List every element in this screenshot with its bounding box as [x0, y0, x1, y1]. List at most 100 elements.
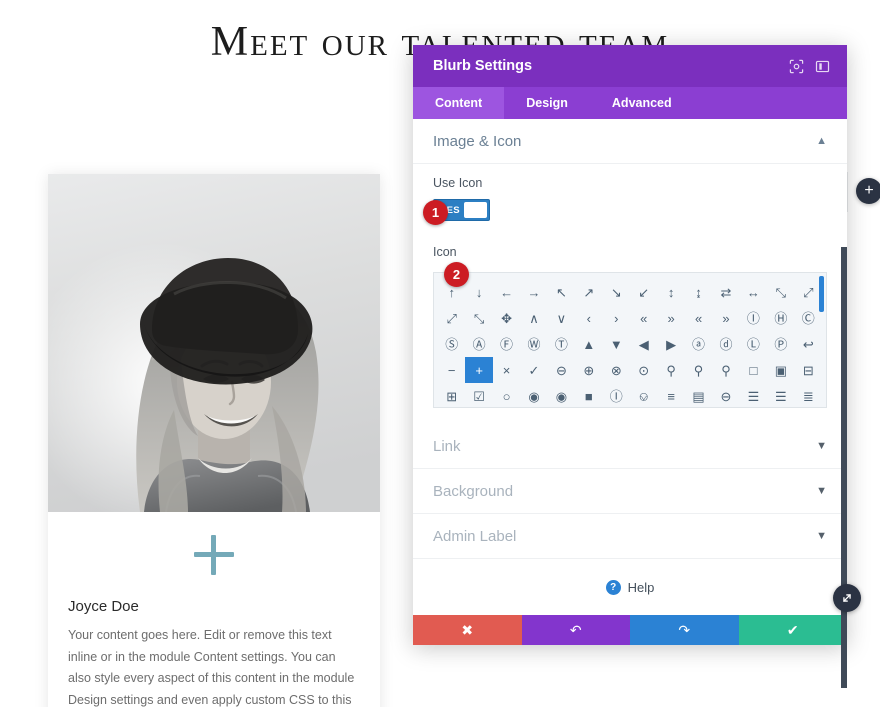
icon-cell[interactable]: →	[520, 279, 547, 305]
icon-cell[interactable]: «	[630, 305, 657, 331]
icon-cell[interactable]: ×	[493, 357, 520, 383]
section-header-background[interactable]: Background ▼	[413, 469, 847, 514]
icon-cell[interactable]: Ⓛ	[740, 331, 767, 357]
icon-cell[interactable]: ⊙	[630, 357, 657, 383]
blurb-icon-preview[interactable]	[48, 512, 380, 598]
icon-cell[interactable]: ≡	[657, 383, 684, 407]
icon-cell[interactable]: ◉	[520, 383, 547, 407]
icon-cell[interactable]: ⤢	[438, 305, 465, 331]
icon-cell[interactable]: ☰	[767, 383, 794, 407]
icon-cell[interactable]: ⊗	[603, 357, 630, 383]
icon-cell[interactable]: Ⓘ	[740, 305, 767, 331]
icon-cell[interactable]: ▤	[685, 383, 712, 407]
icon-label: Icon	[433, 245, 457, 259]
icon-picker-scrollbar[interactable]	[819, 276, 824, 312]
icon-cell[interactable]: Ⓒ	[795, 305, 822, 331]
icon-cell[interactable]: ↓	[465, 279, 492, 305]
icon-cell[interactable]: ☰	[740, 383, 767, 407]
resize-diagonal-icon[interactable]	[833, 584, 861, 612]
icon-cell[interactable]: ⤢	[795, 279, 822, 305]
icon-cell[interactable]: ⚲	[657, 357, 684, 383]
icon-cell[interactable]: ▼	[603, 331, 630, 357]
undo-button[interactable]: ↶	[521, 615, 630, 645]
help-label: Help	[627, 579, 655, 595]
icon-cell[interactable]: Ⓟ	[767, 331, 794, 357]
icon-cell[interactable]: ⊖	[712, 383, 739, 407]
icon-cell[interactable]: Ⓗ	[767, 305, 794, 331]
icon-cell[interactable]: □	[740, 357, 767, 383]
section-header-admin-label[interactable]: Admin Label ▼	[413, 514, 847, 558]
icon-picker[interactable]: ↑ ↓ ← → ↖ ↗ ↘ ↙ ↕ ↨ ⇄ ↔ ⤡ ⤢ ⤢ ⤡ ✥ ∧ ∨ ‹ › «» «» Ⓘ Ⓗ Ⓒ Ⓢ Ⓐ Ⓕ Ⓦ Ⓣ ▲ ▼ ◀ ▶ ⓐ ⓓ Ⓛ…	[433, 272, 827, 408]
save-button[interactable]: ✔	[738, 615, 847, 645]
icon-cell[interactable]: ▣	[767, 357, 794, 383]
icon-cell[interactable]: ∧	[520, 305, 547, 331]
icon-cell[interactable]: Ⓐ	[465, 331, 492, 357]
section-header-image-icon[interactable]: Image & Icon ▲	[413, 119, 847, 164]
icon-cell[interactable]: ≣	[795, 383, 822, 407]
use-icon-field: Use Icon YES 1	[413, 164, 847, 233]
selected-icon-cell[interactable]: +	[463, 354, 496, 386]
chevron-down-icon-admin: ▼	[816, 530, 827, 542]
icon-cell[interactable]: ←	[493, 279, 520, 305]
icon-cell[interactable]: ⓐ	[685, 331, 712, 357]
blurb-module-card[interactable]: Joyce Doe Your content goes here. Edit o…	[48, 174, 380, 707]
icon-cell[interactable]: ⓓ	[712, 331, 739, 357]
icon-cell[interactable]: ↖	[548, 279, 575, 305]
icon-cell[interactable]: Ⓦ	[520, 331, 547, 357]
icon-cell[interactable]: ↨	[685, 279, 712, 305]
icon-cell[interactable]: Ⓘ	[603, 383, 630, 407]
icon-cell[interactable]: Ⓢ	[438, 331, 465, 357]
chevron-down-icon-link: ▼	[816, 440, 827, 452]
section-header-link[interactable]: Link ▼	[413, 424, 847, 469]
icon-cell[interactable]: ↔	[740, 279, 767, 305]
icon-cell[interactable]: ■	[575, 383, 602, 407]
icon-cell[interactable]: ✥	[493, 305, 520, 331]
icon-cell[interactable]: ▶	[657, 331, 684, 357]
blurb-settings-modal: Blurb Settings Content Design Advanced I…	[413, 45, 847, 688]
icon-cell[interactable]: ↩	[795, 331, 822, 357]
icon-cell[interactable]: ⊞	[438, 383, 465, 407]
tab-content[interactable]: Content	[413, 87, 505, 119]
add-module-button[interactable]: +	[856, 178, 880, 204]
icon-cell[interactable]: ◀	[630, 331, 657, 357]
icon-cell[interactable]: ✓	[520, 357, 547, 383]
icon-cell[interactable]: ⤡	[465, 305, 492, 331]
panel-layout-icon[interactable]	[809, 53, 835, 79]
icon-picker-wrapper: ↑ ↓ ← → ↖ ↗ ↘ ↙ ↕ ↨ ⇄ ↔ ⤡ ⤢ ⤢ ⤡ ✥ ∧ ∨ ‹ › «» «» Ⓘ Ⓗ Ⓒ Ⓢ Ⓐ Ⓕ Ⓦ Ⓣ ▲ ▼ ◀ ▶ ⓐ ⓓ Ⓛ…	[413, 262, 847, 424]
cancel-button[interactable]: ✖	[413, 615, 522, 645]
icon-cell[interactable]: ⚲	[712, 357, 739, 383]
icon-cell[interactable]: −	[438, 357, 465, 383]
icon-cell[interactable]: ⊖	[548, 357, 575, 383]
icon-cell[interactable]: ☑	[465, 383, 492, 407]
icon-cell[interactable]: Ⓣ	[548, 331, 575, 357]
icon-cell[interactable]: «	[685, 305, 712, 331]
icon-cell[interactable]: ›	[603, 305, 630, 331]
icon-cell[interactable]: Ⓕ	[493, 331, 520, 357]
focus-mode-icon[interactable]	[783, 53, 809, 79]
step-badge-2: 2	[444, 262, 469, 287]
icon-cell[interactable]: ◉	[548, 383, 575, 407]
icon-cell[interactable]: ⎉	[630, 383, 657, 407]
icon-cell[interactable]: ⤡	[767, 279, 794, 305]
icon-cell[interactable]: ⇄	[712, 279, 739, 305]
tab-design[interactable]: Design	[504, 87, 590, 119]
modal-scroll-rail[interactable]	[841, 247, 847, 688]
help-row[interactable]: ? Help	[413, 558, 847, 615]
icon-cell[interactable]: ↘	[603, 279, 630, 305]
icon-cell[interactable]: ‹	[575, 305, 602, 331]
section-title-background: Background	[433, 482, 514, 500]
icon-cell[interactable]: ⊕	[575, 357, 602, 383]
icon-cell[interactable]: ⊟	[795, 357, 822, 383]
redo-button[interactable]: ↷	[630, 615, 739, 645]
icon-cell[interactable]: ↗	[575, 279, 602, 305]
icon-cell[interactable]: ○	[493, 383, 520, 407]
chevron-up-icon: ▲	[816, 135, 827, 147]
icon-cell[interactable]: »	[712, 305, 739, 331]
icon-cell[interactable]: ↙	[630, 279, 657, 305]
icon-cell[interactable]: ∨	[548, 305, 575, 331]
icon-cell[interactable]: ⚲	[685, 357, 712, 383]
tab-advanced[interactable]: Advanced	[590, 87, 694, 119]
icon-cell[interactable]: ▲	[575, 331, 602, 357]
icon-cell[interactable]: ↕	[657, 279, 684, 305]
icon-cell[interactable]: »	[657, 305, 684, 331]
